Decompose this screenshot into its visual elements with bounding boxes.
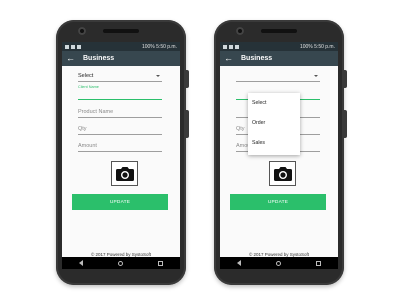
status-bar: 100% 5:50 p.m. — [62, 42, 180, 51]
nav-back-icon[interactable] — [79, 260, 84, 266]
camera-button[interactable] — [269, 161, 296, 186]
dropdown-caret-icon — [156, 75, 160, 77]
notification-icon — [71, 44, 75, 49]
notification-icons — [223, 44, 239, 49]
nav-home-icon[interactable] — [117, 260, 123, 266]
notification-icon — [223, 44, 227, 49]
volume-button — [186, 110, 189, 138]
earpiece-speaker — [261, 29, 297, 33]
form-content: Qty Amount Select Order Sales UPDATE © 2… — [220, 66, 338, 260]
front-camera — [236, 27, 244, 35]
notification-icon — [229, 44, 233, 49]
camera-button[interactable] — [111, 161, 138, 186]
app-bar: ← Business — [62, 51, 180, 66]
nav-back-icon[interactable] — [237, 260, 242, 266]
back-arrow-icon[interactable]: ← — [224, 54, 233, 63]
back-arrow-icon[interactable]: ← — [66, 54, 75, 63]
client-name-input[interactable] — [78, 88, 162, 100]
status-text: 100% 5:50 p.m. — [141, 43, 177, 50]
select-value: Select — [78, 73, 94, 79]
camera-icon — [273, 166, 292, 181]
notification-icons — [65, 44, 81, 49]
dropdown-caret-icon — [314, 75, 318, 77]
notification-icon — [65, 44, 69, 49]
amount-placeholder: Amount — [78, 143, 97, 149]
qty-placeholder: Qty — [236, 126, 245, 132]
screen: 100% 5:50 p.m. ← Business Qty Amount Sel… — [220, 42, 338, 269]
screen: 100% 5:50 p.m. ← Business Select Client … — [62, 42, 180, 269]
power-button — [344, 70, 347, 88]
camera-icon — [115, 166, 134, 181]
earpiece-speaker — [103, 29, 139, 33]
dropdown-option-sales[interactable]: Sales — [248, 133, 300, 153]
qty-placeholder: Qty — [78, 126, 87, 132]
form-content: Select Client Name Product Name Qty Amou… — [62, 66, 180, 260]
phone-left: 100% 5:50 p.m. ← Business Select Client … — [56, 20, 189, 285]
dropdown-option-select[interactable]: Select — [248, 93, 300, 113]
phone-right: 100% 5:50 p.m. ← Business Qty Amount Sel… — [214, 20, 347, 285]
front-camera — [78, 27, 86, 35]
page-title: Business — [83, 55, 115, 62]
nav-bar — [62, 257, 180, 269]
product-name-placeholder: Product Name — [78, 109, 114, 115]
page-title: Business — [241, 55, 273, 62]
volume-button — [344, 110, 347, 138]
app-bar: ← Business — [220, 51, 338, 66]
nav-recents-icon[interactable] — [157, 260, 163, 266]
update-button[interactable]: UPDATE — [230, 194, 326, 210]
amount-input[interactable]: Amount — [78, 140, 162, 152]
type-select[interactable]: Select — [78, 70, 162, 82]
power-button — [186, 70, 189, 88]
nav-recents-icon[interactable] — [315, 260, 321, 266]
notification-icon — [77, 44, 81, 49]
dropdown-option-order[interactable]: Order — [248, 113, 300, 133]
status-text: 100% 5:50 p.m. — [299, 43, 335, 50]
update-button[interactable]: UPDATE — [72, 194, 168, 210]
notification-icon — [235, 44, 239, 49]
status-bar: 100% 5:50 p.m. — [220, 42, 338, 51]
nav-bar — [220, 257, 338, 269]
type-select[interactable] — [236, 70, 320, 82]
nav-home-icon[interactable] — [275, 260, 281, 266]
product-name-input[interactable]: Product Name — [78, 106, 162, 118]
type-dropdown-menu: Select Order Sales — [248, 93, 300, 155]
qty-input[interactable]: Qty — [78, 123, 162, 135]
